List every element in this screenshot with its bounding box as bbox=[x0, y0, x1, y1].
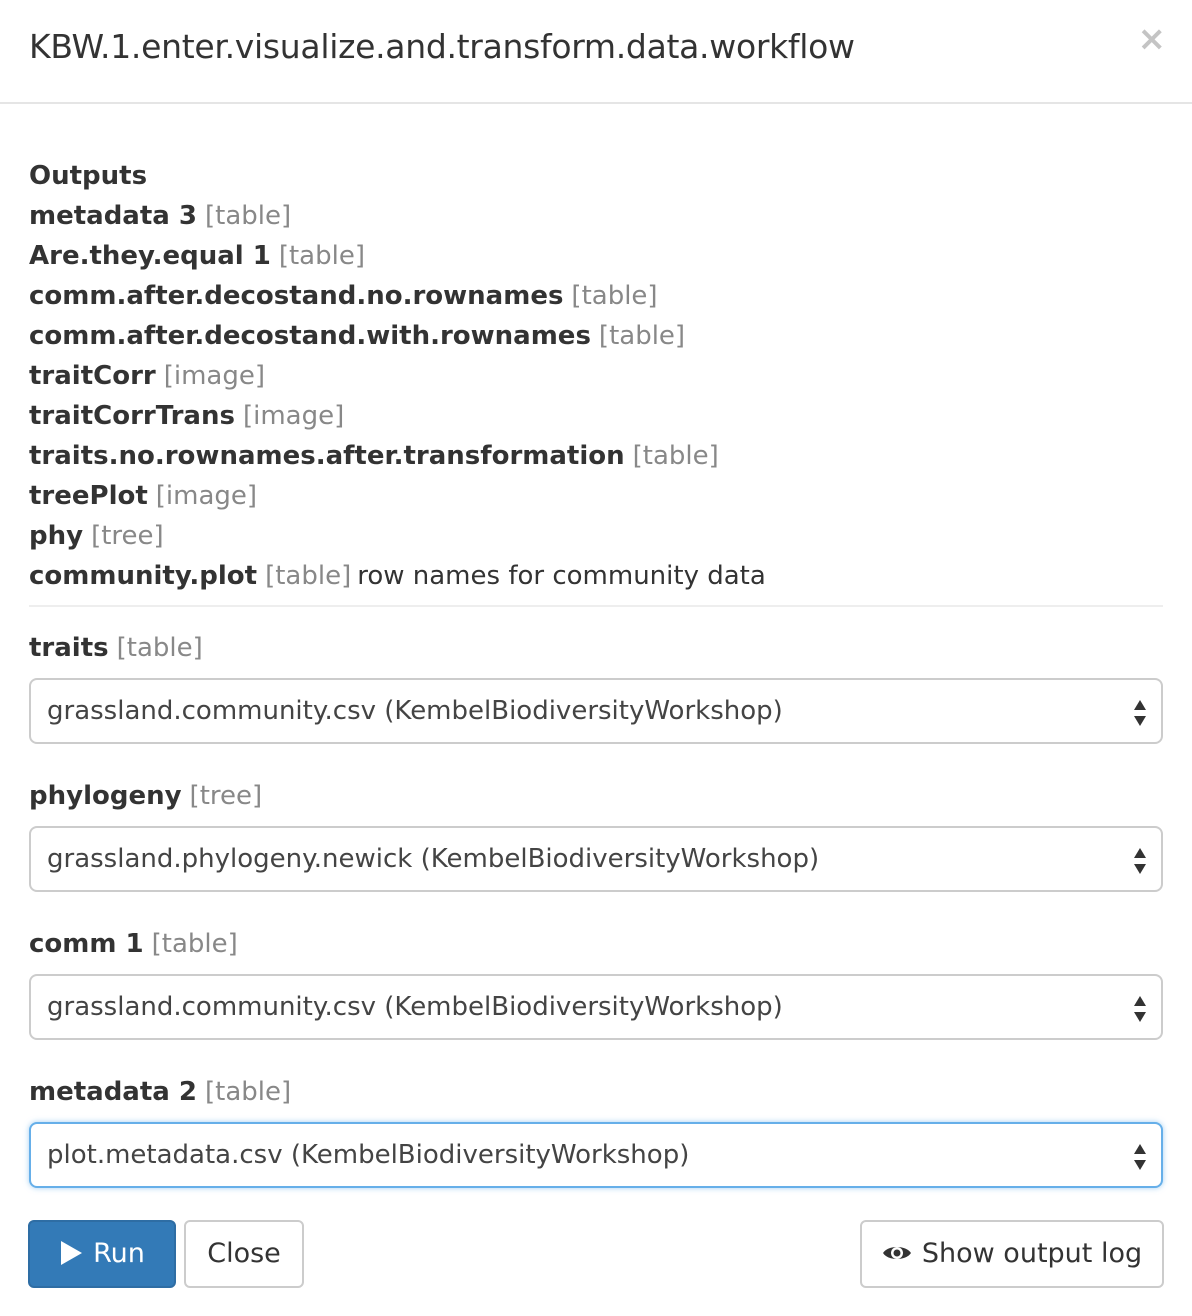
output-type: [table] bbox=[598, 321, 686, 351]
field-label: metadata 2 [table] bbox=[29, 1072, 1163, 1112]
output-name: community.plot bbox=[29, 561, 258, 591]
close-button[interactable]: Close bbox=[184, 1220, 304, 1288]
output-item: Are.they.equal 1 [table] bbox=[29, 236, 1163, 276]
output-name: traits.no.rownames.after.transformation bbox=[29, 441, 625, 471]
input-field-phylogeny: phylogeny [tree] grassland.phylogeny.newi… bbox=[29, 776, 1163, 892]
outputs-section: Outputs metadata 3 [table] Are.they.equal… bbox=[29, 156, 1163, 596]
output-name: treePlot bbox=[29, 481, 148, 511]
input-field-traits: traits [table] grassland.community.csv (K… bbox=[29, 628, 1163, 744]
show-output-log-label: Show output log bbox=[921, 1238, 1143, 1269]
output-name: comm.after.decostand.no.rownames bbox=[29, 281, 564, 311]
up-down-arrows-icon bbox=[1134, 1144, 1146, 1170]
output-name: Are.they.equal 1 bbox=[29, 241, 271, 271]
output-item: traitCorr [image] bbox=[29, 356, 1163, 396]
metadata-2-select[interactable]: plot.metadata.csv (KembelBiodiversityWor… bbox=[29, 1122, 1163, 1188]
input-field-metadata-2: metadata 2 [table] plot.metadata.csv (Kem… bbox=[29, 1072, 1163, 1188]
close-button-label: Close bbox=[207, 1238, 281, 1269]
modal-title: KBW.1.enter.visualize.and.transform.data… bbox=[29, 27, 855, 66]
select-value: grassland.community.csv (KembelBiodivers… bbox=[47, 992, 783, 1022]
output-type: [table] bbox=[632, 441, 719, 471]
traits-select[interactable]: grassland.community.csv (KembelBiodivers… bbox=[29, 678, 1163, 744]
run-button-label: Run bbox=[93, 1238, 145, 1269]
modal-header: KBW.1.enter.visualize.and.transform.data… bbox=[0, 0, 1192, 104]
outputs-heading: Outputs bbox=[29, 161, 148, 191]
run-workflow-dialog: KBW.1.enter.visualize.and.transform.data… bbox=[0, 0, 1192, 1316]
section-divider bbox=[29, 605, 1163, 607]
field-label-type: [tree] bbox=[189, 781, 263, 811]
play-icon bbox=[61, 1240, 83, 1265]
output-type: [image] bbox=[163, 361, 266, 391]
output-item: traitCorrTrans [image] bbox=[29, 396, 1163, 436]
up-down-arrows-icon bbox=[1134, 996, 1146, 1022]
output-type: [image] bbox=[155, 481, 258, 511]
phylogeny-select[interactable]: grassland.phylogeny.newick (KembelBiodiv… bbox=[29, 826, 1163, 892]
select-value: plot.metadata.csv (KembelBiodiversityWor… bbox=[47, 1140, 690, 1170]
field-label-name: phylogeny bbox=[29, 781, 182, 811]
output-item: traits.no.rownames.after.transformation[… bbox=[29, 436, 1163, 476]
field-label: phylogeny [tree] bbox=[29, 776, 1163, 816]
close-icon[interactable]: × bbox=[1138, 22, 1167, 56]
input-field-comm-1: comm 1 [table] grassland.community.csv (K… bbox=[29, 924, 1163, 1040]
output-type: [table] bbox=[571, 281, 658, 311]
field-label-name: metadata 2 bbox=[29, 1077, 197, 1107]
output-type: [tree] bbox=[91, 521, 164, 551]
output-item: comm.after.decostand.no.rownames [table] bbox=[29, 276, 1163, 316]
output-type: [table] bbox=[265, 561, 352, 591]
field-label-type: [table] bbox=[116, 633, 203, 663]
output-description: row names for community data bbox=[357, 561, 766, 591]
output-item: community.plot [table] row names for commu… bbox=[29, 556, 1163, 596]
up-down-arrows-icon bbox=[1134, 700, 1146, 726]
output-item: phy [tree] bbox=[29, 516, 1163, 556]
output-name: comm.after.decostand.with.rownames bbox=[29, 321, 591, 351]
output-name: metadata 3 bbox=[29, 201, 197, 231]
output-item: comm.after.decostand.with.rownames [table… bbox=[29, 316, 1163, 356]
output-name: phy bbox=[29, 521, 84, 551]
output-name: traitCorrTrans bbox=[29, 401, 235, 431]
field-label-type: [table] bbox=[204, 1077, 292, 1107]
field-label-type: [table] bbox=[151, 929, 238, 959]
field-label: traits [table] bbox=[29, 628, 1163, 668]
output-item: metadata 3 [table] bbox=[29, 196, 1163, 236]
output-item: treePlot [image] bbox=[29, 476, 1163, 516]
output-type: [image] bbox=[242, 401, 345, 431]
output-name: traitCorr bbox=[29, 361, 156, 391]
output-type: [table] bbox=[278, 241, 365, 271]
up-down-arrows-icon bbox=[1134, 848, 1146, 874]
field-label: comm 1 [table] bbox=[29, 924, 1163, 964]
select-value: grassland.phylogeny.newick (KembelBiodiv… bbox=[47, 844, 820, 874]
output-type: [table] bbox=[204, 201, 292, 231]
show-output-log-button[interactable]: Show output log bbox=[860, 1220, 1164, 1288]
select-value: grassland.community.csv (KembelBiodivers… bbox=[47, 696, 783, 726]
field-label-name: traits bbox=[29, 633, 109, 663]
run-button[interactable]: Run bbox=[28, 1220, 176, 1288]
field-label-name: comm 1 bbox=[29, 929, 144, 959]
eye-icon bbox=[882, 1246, 911, 1259]
comm-1-select[interactable]: grassland.community.csv (KembelBiodivers… bbox=[29, 974, 1163, 1040]
